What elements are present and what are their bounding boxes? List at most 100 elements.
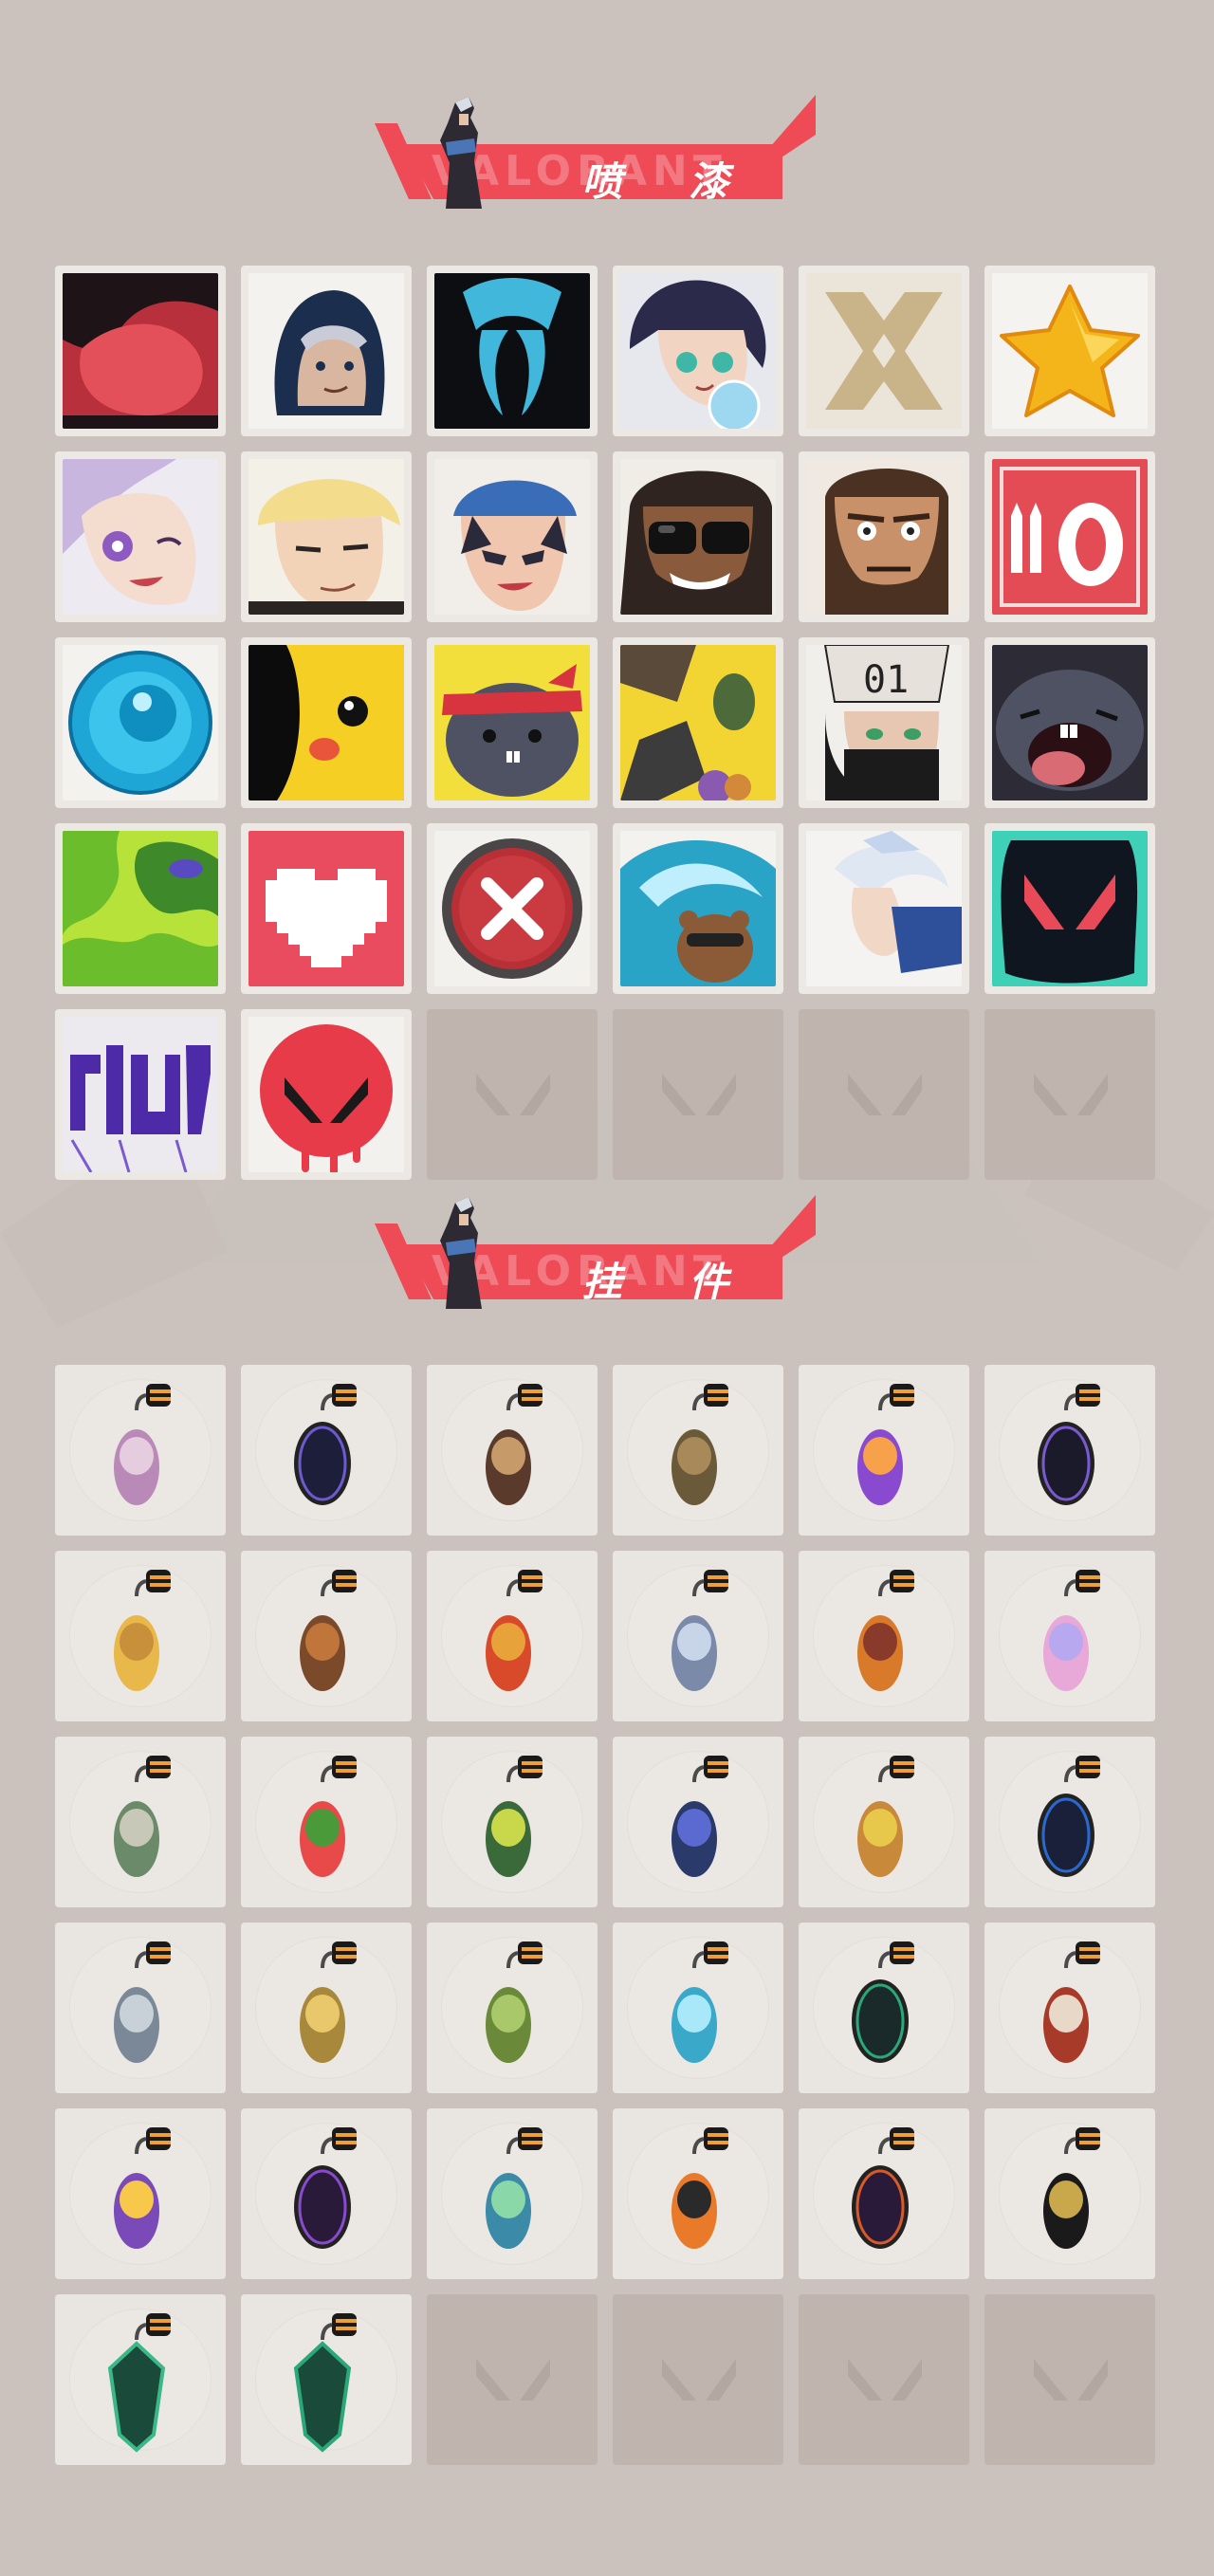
charm-tile[interactable]: [984, 1365, 1155, 1536]
charm-tile[interactable]: [799, 2108, 969, 2279]
spray-tile[interactable]: [241, 823, 412, 994]
charm-tile[interactable]: [427, 1551, 598, 1721]
spray-tile[interactable]: [427, 823, 598, 994]
charm-tile[interactable]: [799, 1365, 969, 1536]
hook-charm-icon: [114, 1941, 171, 2063]
spray-tile[interactable]: [427, 637, 598, 808]
yellow-creature-spray-icon: [248, 645, 404, 800]
charm-tile[interactable]: [984, 1923, 1155, 2093]
spray-tile[interactable]: [984, 823, 1155, 994]
spray-tile[interactable]: [241, 637, 412, 808]
valorant-placeholder-icon: [662, 1074, 736, 1115]
robot-charm-icon: [114, 1756, 171, 1877]
charm-tile[interactable]: [241, 2294, 412, 2465]
charm-tile[interactable]: [55, 1923, 226, 2093]
lantern-charm-icon: [671, 1756, 728, 1877]
charm-tile[interactable]: [613, 1737, 783, 1907]
empty-spray-slot: [613, 1009, 783, 1180]
empty-spray-slot: [984, 1009, 1155, 1180]
spray-tile[interactable]: [55, 823, 226, 994]
charm-tile[interactable]: [241, 1551, 412, 1721]
agent-figure-icon: [440, 1197, 482, 1309]
spray-tile[interactable]: [613, 451, 783, 622]
spray-tile[interactable]: [55, 637, 226, 808]
empty-spray-slot: [799, 1009, 969, 1180]
agent-figure-icon: [440, 97, 482, 209]
charm-tile[interactable]: [613, 1923, 783, 2093]
green-head-charm-icon: [486, 1941, 543, 2063]
spray-tile[interactable]: [799, 451, 969, 622]
spray-tile[interactable]: [55, 266, 226, 436]
charm-tile[interactable]: [984, 1737, 1155, 1907]
bunny-headband-spray-icon: [434, 645, 590, 800]
lava-lamp-charm-icon: [857, 1384, 914, 1505]
charm-tile[interactable]: [241, 1923, 412, 2093]
spray-tile[interactable]: [984, 266, 1155, 436]
spray-tile[interactable]: [55, 1009, 226, 1180]
pixel-heart-spray-icon: [248, 831, 404, 986]
spray-tile[interactable]: [799, 823, 969, 994]
spray-tile[interactable]: [613, 266, 783, 436]
ep7-badge-charm-icon: [852, 2127, 914, 2249]
sprays-section-title: 喷 漆: [581, 158, 756, 205]
blue-blade-charm-icon: [671, 1941, 728, 2063]
valorant-placeholder-icon: [1034, 1074, 1108, 1115]
charm-tile[interactable]: [427, 1737, 598, 1907]
blonde-agent-spray-icon: [248, 459, 404, 615]
watermelon-charm-icon: [300, 1756, 357, 1877]
can-charm-icon: [486, 1756, 543, 1877]
charm-tile[interactable]: [799, 1737, 969, 1907]
spray-tile[interactable]: [984, 637, 1155, 808]
valorant-logo-splash-spray-icon: [992, 831, 1148, 986]
charm-tile[interactable]: [55, 1737, 226, 1907]
spray-tile[interactable]: [241, 1009, 412, 1180]
charms-section-title: 挂 件: [581, 1259, 756, 1305]
blue-orb-spray-icon: [63, 645, 218, 800]
empty-spray-slot: [427, 1009, 598, 1180]
spray-tile[interactable]: [241, 266, 412, 436]
charm-tile[interactable]: [427, 1365, 598, 1536]
spray-tile[interactable]: [613, 823, 783, 994]
sprays-grid: 01: [55, 266, 1155, 1180]
spray-tile[interactable]: [799, 266, 969, 436]
charm-tile[interactable]: [241, 1365, 412, 1536]
valorant-placeholder-icon: [662, 2359, 736, 2401]
empty-charm-slot: [613, 2294, 783, 2465]
spray-tile[interactable]: 01: [799, 637, 969, 808]
ep9-gem-charm-icon: [107, 2313, 171, 2453]
ep9-badge-charm-icon: [294, 1384, 357, 1505]
charm-tile[interactable]: [427, 1923, 598, 2093]
spray-tile[interactable]: [427, 266, 598, 436]
gauntlet-grenade-spray-icon: [620, 645, 776, 800]
charm-tile[interactable]: [55, 1551, 226, 1721]
sunglasses-agent-spray-icon: [620, 459, 776, 615]
charm-tile[interactable]: [613, 2108, 783, 2279]
valorant-placeholder-icon: [1034, 2359, 1108, 2401]
charm-tile[interactable]: [241, 2108, 412, 2279]
charm-tile[interactable]: [55, 1365, 226, 1536]
spray-tile[interactable]: [984, 451, 1155, 622]
wave-bear-spray-icon: [620, 831, 776, 986]
gold-robot-charm-icon: [300, 1941, 357, 2063]
charm-tile[interactable]: [55, 2294, 226, 2465]
charm-tile[interactable]: [613, 1365, 783, 1536]
charm-tile[interactable]: [984, 2108, 1155, 2279]
spray-tile[interactable]: [241, 451, 412, 622]
charm-tile[interactable]: [799, 1551, 969, 1721]
agent-keytag-charm-icon: [671, 1570, 728, 1691]
spray-tile[interactable]: [613, 637, 783, 808]
popsicle-charm-icon: [300, 1570, 357, 1691]
spray-tile[interactable]: [427, 451, 598, 622]
charm-tile[interactable]: [427, 2108, 598, 2279]
charm-tile[interactable]: [55, 2108, 226, 2279]
hot-air-balloon-charm-icon: [857, 1570, 914, 1691]
charms-grid: [55, 1365, 1155, 2465]
charm-tile[interactable]: [799, 1923, 969, 2093]
charm-tile[interactable]: [613, 1551, 783, 1721]
white-hair-agent-spray-icon: [806, 831, 962, 986]
spray-tile[interactable]: [55, 451, 226, 622]
empty-charm-slot: [427, 2294, 598, 2465]
charm-tile[interactable]: [984, 1551, 1155, 1721]
charm-tile[interactable]: [241, 1737, 412, 1907]
ufo-charm-icon: [486, 2127, 543, 2249]
